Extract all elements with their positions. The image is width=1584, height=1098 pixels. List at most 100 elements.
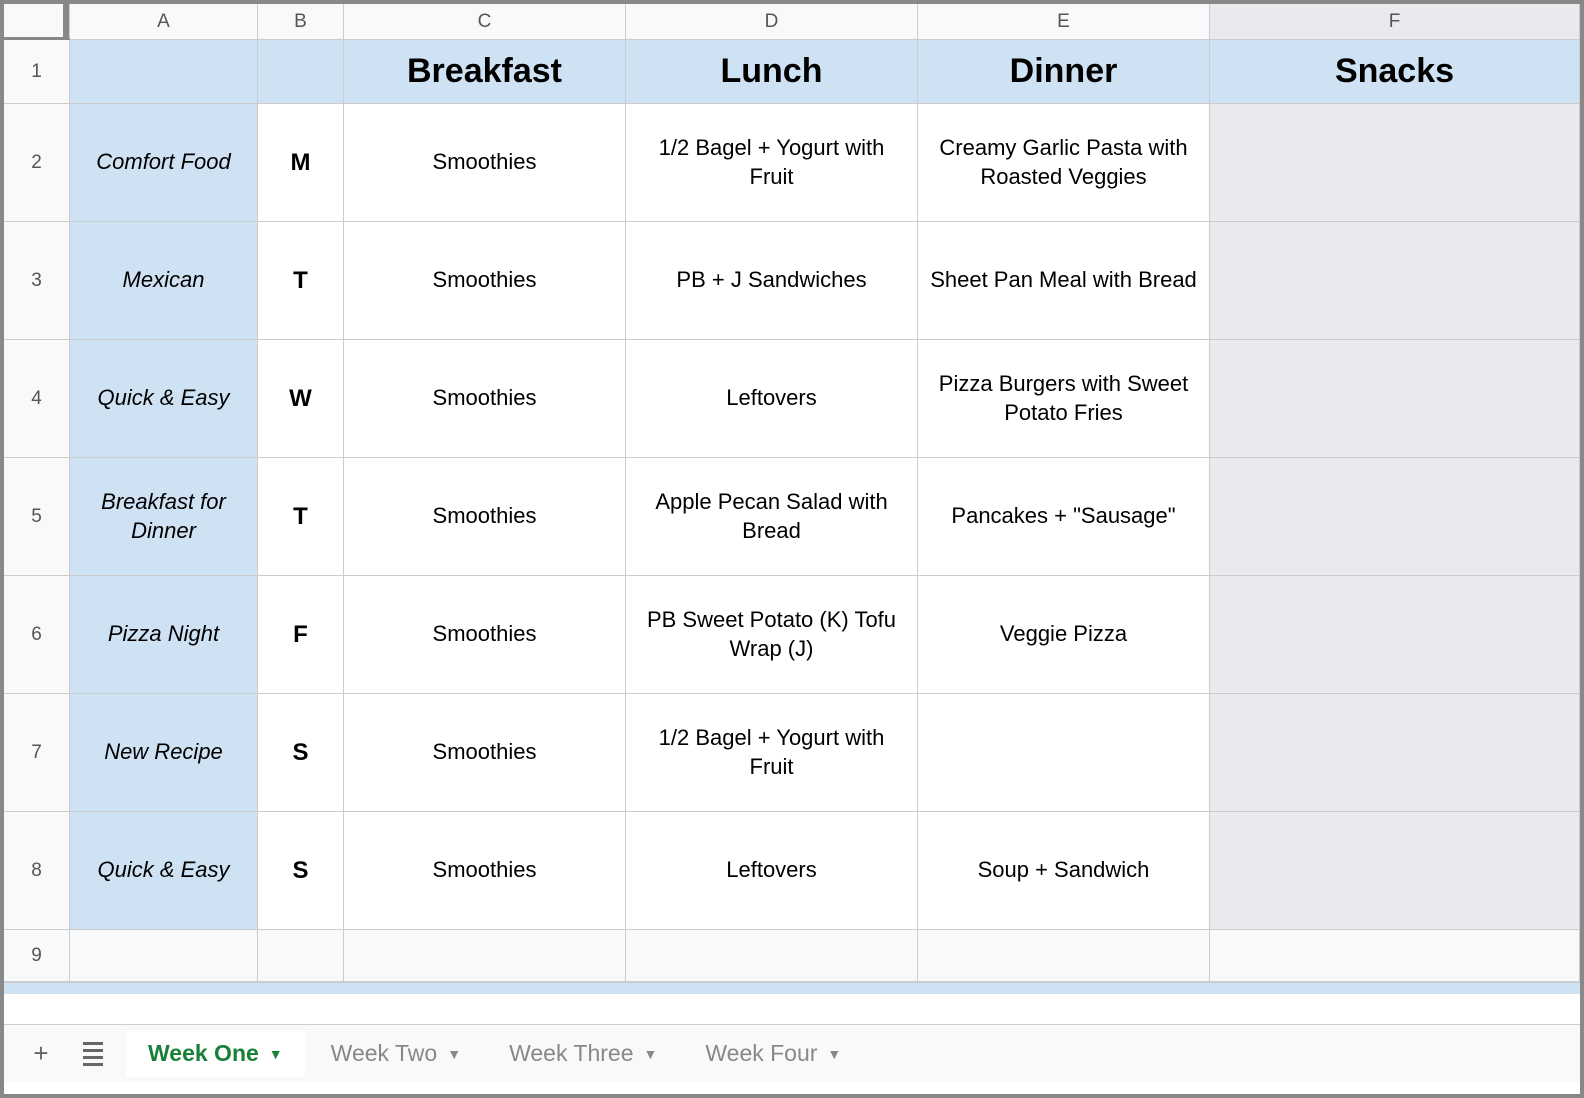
cell-e1-dinner-header[interactable]: Dinner <box>918 40 1210 103</box>
table-row: 2 Comfort Food M Smoothies 1/2 Bagel + Y… <box>4 104 1580 222</box>
column-header-e[interactable]: E <box>918 4 1210 39</box>
cell-snacks[interactable] <box>1210 104 1580 221</box>
column-header-c[interactable]: C <box>344 4 626 39</box>
table-row: 3 Mexican T Smoothies PB + J Sandwiches … <box>4 222 1580 340</box>
table-row: 4 Quick & Easy W Smoothies Leftovers Piz… <box>4 340 1580 458</box>
horizontal-scroll-indicator[interactable] <box>4 982 1580 994</box>
cell-breakfast[interactable]: Smoothies <box>344 222 626 339</box>
cell-empty[interactable] <box>918 930 1210 981</box>
sheet-tab-week-one[interactable]: Week One ▼ <box>126 1030 305 1077</box>
column-header-f[interactable]: F <box>1210 4 1580 39</box>
cell-empty[interactable] <box>1210 930 1580 981</box>
table-row: 9 <box>4 930 1580 982</box>
add-sheet-button[interactable]: + <box>22 1035 60 1073</box>
cell-day[interactable]: M <box>258 104 344 221</box>
spreadsheet-grid: A B C D E F 1 Breakfast Lunch Dinner Sna… <box>4 4 1580 1024</box>
table-row: 8 Quick & Easy S Smoothies Leftovers Sou… <box>4 812 1580 930</box>
cell-f1-snacks-header[interactable]: Snacks <box>1210 40 1580 103</box>
cell-empty[interactable] <box>626 930 918 981</box>
cell-dinner[interactable]: Soup + Sandwich <box>918 812 1210 929</box>
cell-d1-lunch-header[interactable]: Lunch <box>626 40 918 103</box>
cell-lunch[interactable]: Apple Pecan Salad with Bread <box>626 458 918 575</box>
row-header-7[interactable]: 7 <box>4 694 70 811</box>
cell-breakfast[interactable]: Smoothies <box>344 812 626 929</box>
select-all-corner[interactable] <box>4 4 70 40</box>
row-header-6[interactable]: 6 <box>4 576 70 693</box>
column-header-a[interactable]: A <box>70 4 258 39</box>
chevron-down-icon: ▼ <box>644 1046 658 1062</box>
cell-dinner[interactable]: Sheet Pan Meal with Bread <box>918 222 1210 339</box>
cell-category[interactable]: Pizza Night <box>70 576 258 693</box>
sheet-tab-bar: + Week One ▼ Week Two ▼ Week Three ▼ Wee… <box>4 1024 1580 1082</box>
cell-day[interactable]: F <box>258 576 344 693</box>
row-header-9[interactable]: 9 <box>4 930 70 981</box>
cell-category[interactable]: New Recipe <box>70 694 258 811</box>
cell-breakfast[interactable]: Smoothies <box>344 576 626 693</box>
plus-icon: + <box>33 1038 48 1069</box>
cell-breakfast[interactable]: Smoothies <box>344 104 626 221</box>
cell-day[interactable]: S <box>258 694 344 811</box>
cell-dinner[interactable]: Pizza Burgers with Sweet Potato Fries <box>918 340 1210 457</box>
column-header-d[interactable]: D <box>626 4 918 39</box>
cell-breakfast[interactable]: Smoothies <box>344 694 626 811</box>
row-header-5[interactable]: 5 <box>4 458 70 575</box>
tab-label: Week Three <box>509 1040 633 1067</box>
cell-breakfast[interactable]: Smoothies <box>344 458 626 575</box>
column-headers-row: A B C D E F <box>4 4 1580 40</box>
cell-category[interactable]: Comfort Food <box>70 104 258 221</box>
row-header-8[interactable]: 8 <box>4 812 70 929</box>
tab-label: Week Two <box>331 1040 438 1067</box>
cell-category[interactable]: Breakfast for Dinner <box>70 458 258 575</box>
table-row: 6 Pizza Night F Smoothies PB Sweet Potat… <box>4 576 1580 694</box>
cell-day[interactable]: S <box>258 812 344 929</box>
cell-dinner[interactable]: Veggie Pizza <box>918 576 1210 693</box>
cell-empty[interactable] <box>70 930 258 981</box>
cell-b1[interactable] <box>258 40 344 103</box>
table-row: 7 New Recipe S Smoothies 1/2 Bagel + Yog… <box>4 694 1580 812</box>
cell-category[interactable]: Quick & Easy <box>70 340 258 457</box>
cell-empty[interactable] <box>258 930 344 981</box>
cell-lunch[interactable]: PB + J Sandwiches <box>626 222 918 339</box>
sheet-tab-week-three[interactable]: Week Three ▼ <box>487 1030 679 1077</box>
row-header-1[interactable]: 1 <box>4 40 70 103</box>
menu-icon <box>83 1042 103 1066</box>
cell-lunch[interactable]: 1/2 Bagel + Yogurt with Fruit <box>626 104 918 221</box>
chevron-down-icon: ▼ <box>269 1046 283 1062</box>
cell-snacks[interactable] <box>1210 458 1580 575</box>
cell-snacks[interactable] <box>1210 340 1580 457</box>
chevron-down-icon: ▼ <box>447 1046 461 1062</box>
cell-snacks[interactable] <box>1210 812 1580 929</box>
cell-lunch[interactable]: Leftovers <box>626 340 918 457</box>
cell-day[interactable]: T <box>258 222 344 339</box>
cell-breakfast[interactable]: Smoothies <box>344 340 626 457</box>
row-header-4[interactable]: 4 <box>4 340 70 457</box>
cell-dinner[interactable] <box>918 694 1210 811</box>
tab-label: Week One <box>148 1040 259 1067</box>
cell-day[interactable]: T <box>258 458 344 575</box>
cell-snacks[interactable] <box>1210 694 1580 811</box>
cell-category[interactable]: Mexican <box>70 222 258 339</box>
cell-empty[interactable] <box>344 930 626 981</box>
row-header-3[interactable]: 3 <box>4 222 70 339</box>
chevron-down-icon: ▼ <box>827 1046 841 1062</box>
cell-day[interactable]: W <box>258 340 344 457</box>
sheet-tab-week-two[interactable]: Week Two ▼ <box>309 1030 483 1077</box>
cell-dinner[interactable]: Creamy Garlic Pasta with Roasted Veggies <box>918 104 1210 221</box>
cell-c1-breakfast-header[interactable]: Breakfast <box>344 40 626 103</box>
cell-dinner[interactable]: Pancakes + "Sausage" <box>918 458 1210 575</box>
table-row: 1 Breakfast Lunch Dinner Snacks <box>4 40 1580 104</box>
all-sheets-button[interactable] <box>74 1035 112 1073</box>
cell-lunch[interactable]: Leftovers <box>626 812 918 929</box>
row-header-2[interactable]: 2 <box>4 104 70 221</box>
table-row: 5 Breakfast for Dinner T Smoothies Apple… <box>4 458 1580 576</box>
cell-lunch[interactable]: 1/2 Bagel + Yogurt with Fruit <box>626 694 918 811</box>
sheet-tab-week-four[interactable]: Week Four ▼ <box>683 1030 863 1077</box>
cell-snacks[interactable] <box>1210 576 1580 693</box>
cell-category[interactable]: Quick & Easy <box>70 812 258 929</box>
cell-snacks[interactable] <box>1210 222 1580 339</box>
column-header-b[interactable]: B <box>258 4 344 39</box>
tab-label: Week Four <box>705 1040 817 1067</box>
cell-lunch[interactable]: PB Sweet Potato (K) Tofu Wrap (J) <box>626 576 918 693</box>
cell-a1[interactable] <box>70 40 258 103</box>
rows-container: 1 Breakfast Lunch Dinner Snacks 2 Comfor… <box>4 40 1580 1024</box>
